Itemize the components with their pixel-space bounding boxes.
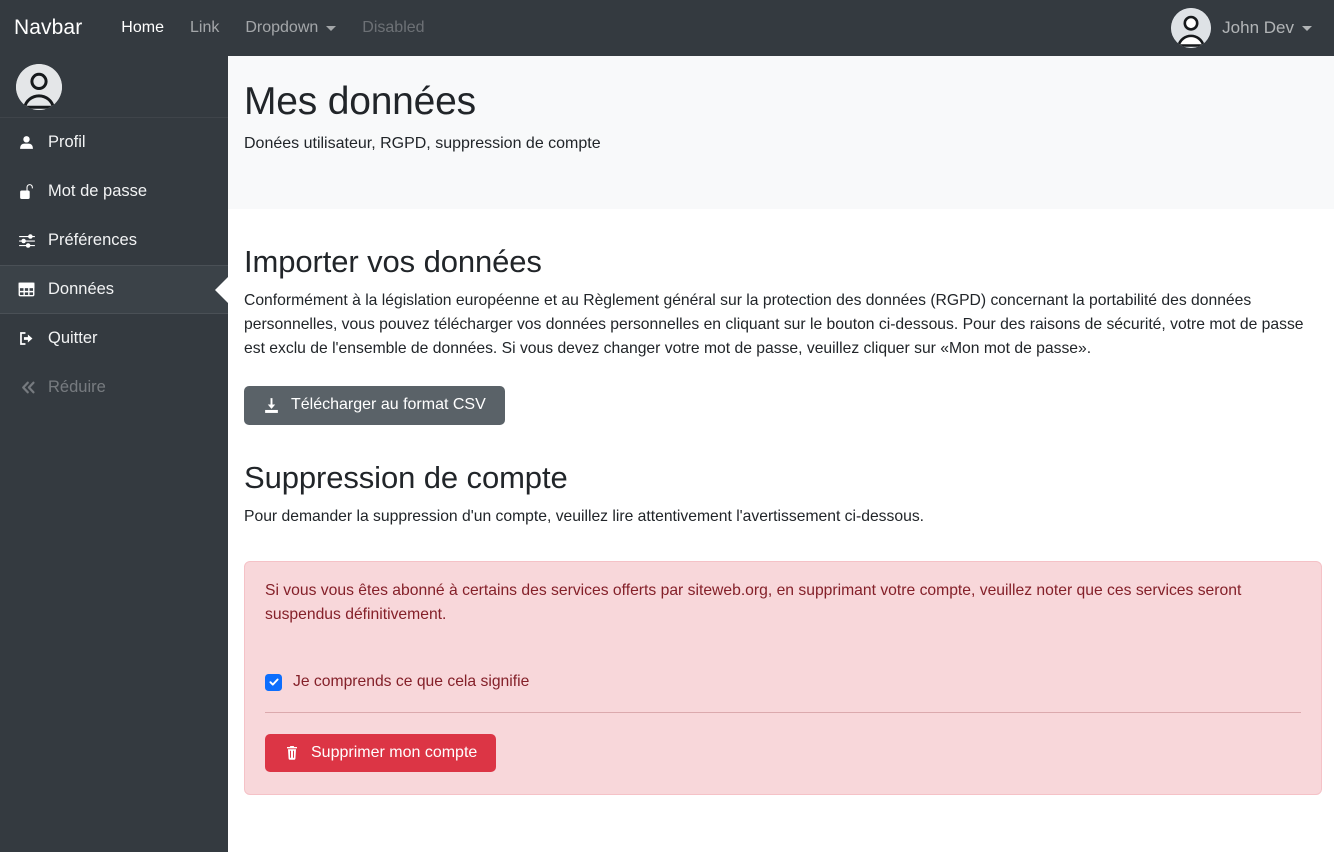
page-title: Mes données <box>244 80 476 123</box>
sidebar-item-quitter-wrap: Quitter <box>0 314 228 363</box>
sidebar-item-reduire-wrap: Réduire <box>0 363 228 412</box>
sidebar-menu: Profil Mot de passe Préférences Données … <box>0 118 228 412</box>
sidebar-item-donnees-label: Données <box>48 280 115 298</box>
import-section-paragraph: Conformément à la législation européenne… <box>244 292 1304 357</box>
user-name-text: John Dev <box>1222 18 1294 37</box>
nav-link-link-label: Link <box>189 19 220 36</box>
table-icon <box>18 281 48 298</box>
sidebar-item-reduire-label: Réduire <box>48 378 106 396</box>
sidebar-item-quitter[interactable]: Quitter <box>0 314 228 363</box>
delete-account-button[interactable]: Supprimer mon compte <box>265 734 497 773</box>
content-body: Importer vos données Conformément à la l… <box>228 244 1334 796</box>
understand-checkbox-row[interactable]: Je comprends ce que cela signifie <box>265 673 1301 691</box>
import-section-title: Importer vos données <box>244 244 542 279</box>
delete-account-button-label: Supprimer mon compte <box>311 744 478 762</box>
download-icon <box>263 397 280 414</box>
navbar-brand[interactable]: Navbar <box>14 16 82 40</box>
navbar-user-menu[interactable]: John Dev <box>1171 8 1312 48</box>
understand-checkbox[interactable] <box>265 673 282 691</box>
sidebar-item-profil[interactable]: Profil <box>0 118 228 167</box>
sidebar-item-mot-de-passe[interactable]: Mot de passe <box>0 167 228 216</box>
chevron-double-left-icon <box>18 378 48 397</box>
trash-icon <box>284 745 300 761</box>
navbar-links: Home Link Dropdown Disabled <box>108 11 437 45</box>
sidebar-item-password-wrap: Mot de passe <box>0 167 228 216</box>
unlock-icon <box>18 183 48 200</box>
sidebar-item-preferences-label: Préférences <box>48 231 137 249</box>
download-button-wrap: Télécharger au format CSV <box>244 385 1318 425</box>
sidebar: Profil Mot de passe Préférences Données … <box>0 56 228 852</box>
sidebar-item-quitter-label: Quitter <box>48 329 98 347</box>
user-avatar-icon <box>16 63 62 110</box>
delete-section-paragraph: Pour demander la suppression d'un compte… <box>244 507 925 525</box>
sidebar-item-reduire[interactable]: Réduire <box>0 363 228 412</box>
sidebar-item-preferences-wrap: Préférences <box>0 216 228 265</box>
user-avatar-icon <box>1171 8 1212 48</box>
sliders-icon <box>18 232 48 250</box>
sidebar-item-preferences[interactable]: Préférences <box>0 216 228 265</box>
nav-link-disabled: Disabled <box>349 11 437 45</box>
user-icon <box>18 134 48 151</box>
top-navbar: Navbar Home Link Dropdown Disabled John … <box>0 0 1334 56</box>
delete-section-title: Suppression de compte <box>244 459 568 495</box>
understand-checkbox-label[interactable]: Je comprends ce que cela signifie <box>293 673 529 691</box>
nav-link-dropdown-label: Dropdown <box>245 19 319 36</box>
sidebar-item-donnees-wrap: Données <box>0 265 228 314</box>
sidebar-avatar <box>0 56 228 118</box>
nav-link-dropdown[interactable]: Dropdown <box>232 11 349 45</box>
delete-warning-alert: Si vous vous êtes abonné à certains des … <box>244 561 1322 796</box>
sign-out-icon <box>18 330 48 347</box>
alert-divider <box>265 712 1301 714</box>
nav-link-home-label: Home <box>121 19 164 36</box>
nav-link-disabled-label: Disabled <box>362 19 425 36</box>
sidebar-item-profil-label: Profil <box>48 133 86 151</box>
delete-button-wrap: Supprimer mon compte <box>265 734 1301 773</box>
download-csv-button-label: Télécharger au format CSV <box>291 396 486 414</box>
sidebar-item-profil-wrap: Profil <box>0 118 228 167</box>
sidebar-item-mot-de-passe-label: Mot de passe <box>48 182 148 200</box>
user-menu-label[interactable]: John Dev <box>1222 18 1312 38</box>
nav-link-home[interactable]: Home <box>108 11 177 45</box>
chevron-down-icon <box>1302 25 1312 31</box>
chevron-down-icon <box>326 25 337 31</box>
delete-warning-text: Si vous vous êtes abonné à certains des … <box>265 582 1242 624</box>
sidebar-item-donnees[interactable]: Données <box>0 265 228 314</box>
page-subtitle: Donées utilisateur, RGPD, suppression de… <box>244 134 601 152</box>
main-content: Mes données Donées utilisateur, RGPD, su… <box>228 56 1334 852</box>
download-csv-button[interactable]: Télécharger au format CSV <box>244 385 505 425</box>
nav-link-link[interactable]: Link <box>177 11 232 45</box>
page-header: Mes données Donées utilisateur, RGPD, su… <box>228 56 1334 209</box>
